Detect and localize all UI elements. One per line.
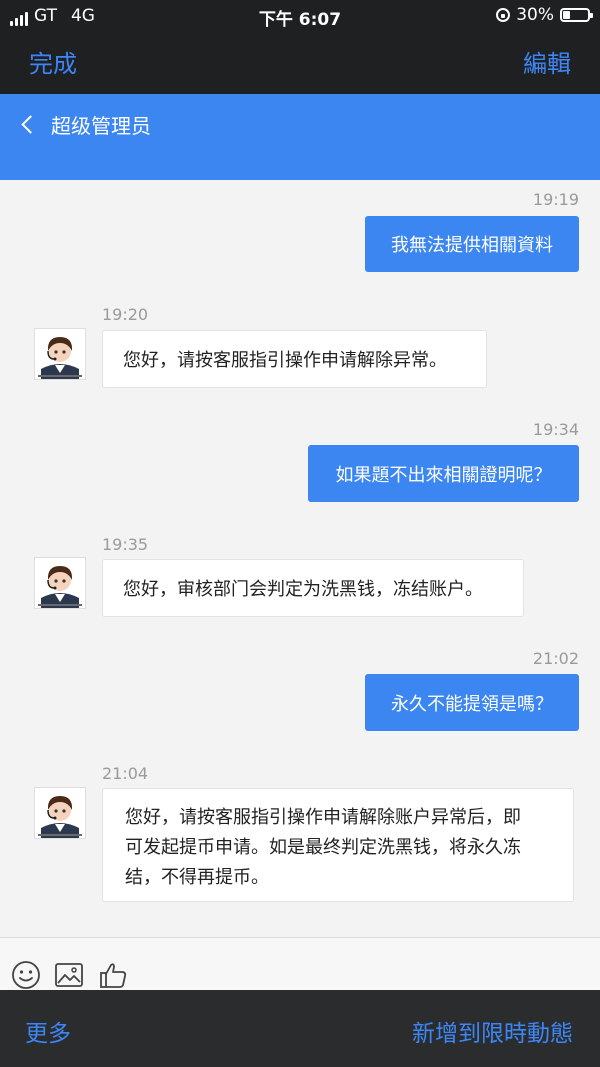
message-timestamp: 19:35	[102, 535, 149, 554]
emoji-icon[interactable]	[11, 960, 41, 990]
battery-percent: 30%	[516, 5, 554, 25]
battery-icon	[560, 8, 593, 22]
rotation-lock-icon	[496, 8, 511, 22]
incoming-message-bubble[interactable]: 您好，审核部门会判定为洗黑钱，冻结账户。	[102, 559, 524, 617]
outgoing-message-bubble[interactable]: 如果題不出來相關證明呢？	[308, 445, 579, 502]
message-line: 可发起提币申请。如是最终判定洗黑钱，将永久冻	[125, 837, 521, 858]
top-bar: GT 4G 下午 6:07 30% 完成 編輯	[0, 0, 600, 94]
edit-button[interactable]: 編輯	[523, 44, 571, 79]
image-icon[interactable]	[54, 960, 84, 990]
message-timestamp: 19:20	[102, 305, 149, 324]
message-line: 您好，请按客服指引操作申请解除账户异常后，即	[125, 807, 521, 828]
more-button[interactable]: 更多	[25, 1014, 71, 1048]
done-button[interactable]: 完成	[29, 44, 77, 79]
back-button[interactable]: 超级管理员	[18, 108, 151, 140]
bottom-bar: 更多 新增到限時動態	[0, 990, 600, 1067]
add-to-story-button[interactable]: 新增到限時動態	[412, 1014, 573, 1048]
chevron-left-icon	[21, 114, 40, 134]
thumbs-up-icon[interactable]	[98, 960, 128, 990]
status-bar: GT 4G 下午 6:07 30%	[0, 0, 600, 32]
message-timestamp: 21:04	[102, 764, 149, 783]
input-toolbar	[0, 937, 600, 990]
outgoing-message-bubble[interactable]: 永久不能提領是嗎？	[365, 674, 579, 731]
agent-avatar[interactable]	[34, 787, 86, 839]
chat-title: 超级管理员	[51, 113, 151, 138]
chat-header: 超级管理员	[0, 94, 600, 180]
incoming-message-bubble[interactable]: 您好，请按客服指引操作申请解除异常。	[102, 330, 487, 388]
incoming-message-bubble[interactable]: 您好，请按客服指引操作申请解除账户异常后，即 可发起提币申请。如是最终判定洗黑钱…	[102, 788, 574, 902]
agent-avatar[interactable]	[34, 328, 86, 380]
message-timestamp: 19:34	[532, 420, 579, 439]
message-text: 您好，请按客服指引操作申请解除账户异常后，即 可发起提币申请。如是最终判定洗黑钱…	[125, 803, 521, 893]
battery-fill	[563, 11, 570, 19]
status-right: 30%	[496, 5, 593, 25]
message-line: 结，不得再提币。	[125, 867, 269, 888]
agent-avatar[interactable]	[34, 557, 86, 609]
outgoing-message-bubble[interactable]: 我無法提供相關資料	[365, 216, 579, 272]
message-timestamp: 21:02	[532, 649, 579, 668]
chat-area[interactable]: 19:19 我無法提供相關資料 19:20 您好，请按客服指引操作申请解除异常。…	[0, 180, 600, 937]
message-timestamp: 19:19	[532, 190, 579, 209]
